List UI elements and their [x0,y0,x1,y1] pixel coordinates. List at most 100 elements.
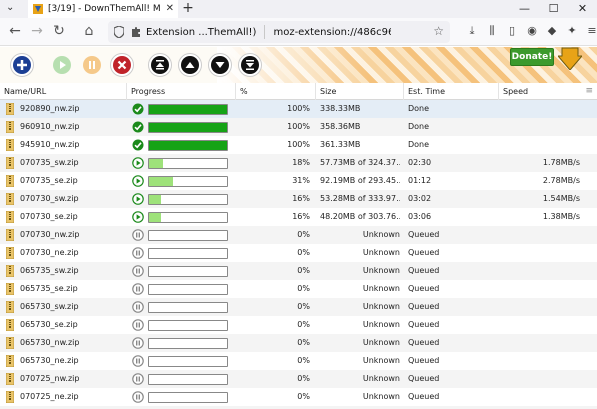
file-name: 070725_ne.zip [20,392,79,401]
donate-button[interactable]: Donate! [510,48,554,66]
table-row[interactable]: 070735_se.zip 31% 92.19MB of 293.45... 01:1… [0,172,597,190]
check-icon [132,139,144,151]
move-down-icon [211,56,229,74]
account-icon[interactable]: ◉ [522,24,542,38]
progress-bar [148,356,228,367]
progress-fill [149,177,174,186]
column-picker-icon[interactable]: ≡ [585,86,593,96]
percent-value: 0% [297,392,310,401]
table-row[interactable]: 070725_nw.zip 0% Unknown Queued [0,370,597,388]
menu-icon[interactable]: ≡ [582,24,597,38]
reload-icon[interactable]: ↻ [50,22,68,40]
close-tab-icon[interactable]: ✕ [166,3,174,14]
column-header-percent[interactable]: % [236,83,316,100]
url-text[interactable]: moz-extension://486c961c-16a [273,27,391,38]
size-value: Unknown [362,248,400,257]
file-name: 065730_sw.zip [20,302,79,311]
column-header-speed[interactable]: Speed [499,83,585,100]
table-row[interactable]: 065730_se.zip 0% Unknown Queued [0,316,597,334]
speed-value [500,280,580,298]
progress-bar [148,230,228,241]
percent-value: 0% [297,374,310,383]
downloads-icon[interactable]: ⤓ [462,24,482,38]
speed-value [500,298,580,316]
table-row[interactable]: 960910_nw.zip 100% 358.36MB Done [0,118,597,136]
pause-button[interactable] [80,53,104,77]
column-header-progress[interactable]: Progress [127,83,236,100]
tab-list-icon[interactable]: ⌄ [6,2,14,13]
column-header-est-time[interactable]: Est. Time [404,83,499,100]
cancel-button[interactable] [110,53,134,77]
home-icon[interactable]: ⌂ [80,22,98,40]
move-up-button[interactable] [178,53,202,77]
move-bottom-button[interactable] [238,53,262,77]
percent-value: 0% [297,356,310,365]
file-name: 065730_nw.zip [20,338,80,347]
percent-value: 0% [297,320,310,329]
browser-toolbar-icons: ⤓ ⫼ ▯ ◉ ◆ ✦ ≡ [462,24,597,38]
extensions-icon[interactable]: ✦ [562,24,582,38]
column-header-name[interactable]: Name/URL [0,83,127,100]
table-row[interactable]: 920890_nw.zip 100% 338.33MB Done [0,100,597,118]
table-row[interactable]: 065735_se.zip 0% Unknown Queued [0,280,597,298]
library-icon[interactable]: ⫼ [482,24,502,38]
percent-value: 0% [297,266,310,275]
file-name: 070730_se.zip [20,212,78,221]
table-row[interactable]: 070730_nw.zip 0% Unknown Queued [0,226,597,244]
table-row[interactable]: 945910_nw.zip 100% 361.33MB Done [0,136,597,154]
shield-icon[interactable] [114,26,124,38]
paused-icon [132,283,144,295]
table-row[interactable]: 070730_ne.zip 0% Unknown Queued [0,244,597,262]
table-row[interactable]: 070730_se.zip 16% 48.20MB of 303.76... 03:0… [0,208,597,226]
close-window-icon[interactable]: ✕ [568,0,597,18]
move-up-icon [181,56,199,74]
progress-bar [148,374,228,385]
progress-bar [148,176,228,187]
column-header-size[interactable]: Size [316,83,404,100]
new-tab-button[interactable]: + [180,0,196,18]
puzzle-icon [132,27,140,37]
tab-downthemall-manager[interactable]: [3/19] - DownThemAll! Manager ✕ [28,0,178,18]
zip-file-icon [6,103,14,115]
percent-value: 0% [297,284,310,293]
downthemall-toolbar-icon[interactable]: ◆ [542,24,562,38]
table-row[interactable]: 065730_sw.zip 0% Unknown Queued [0,298,597,316]
minimize-icon[interactable]: — [510,0,539,18]
bookmark-star-icon[interactable]: ☆ [433,24,444,38]
table-row[interactable]: 070730_sw.zip 16% 53.28MB of 333.97... 03:0… [0,190,597,208]
forward-icon[interactable]: → [28,22,46,40]
size-value: Unknown [362,374,400,383]
speed-value: 2.78MB/s [542,176,580,185]
resume-button[interactable] [50,53,74,77]
est-time-value: Queued [408,392,440,401]
table-row[interactable]: 065730_ne.zip 0% Unknown Queued [0,352,597,370]
check-icon [132,103,144,115]
play-icon [132,211,144,223]
resume-icon [53,56,71,74]
paused-icon [132,301,144,313]
maximize-icon[interactable]: ☐ [539,0,568,18]
url-bar[interactable]: Extension ...ThemAll!) moz-extension://4… [108,21,450,43]
zip-file-icon [6,391,14,403]
table-row[interactable]: 070735_sw.zip 18% 57.73MB of 324.37... 02:3… [0,154,597,172]
speed-value: 1.78MB/s [542,158,580,167]
progress-fill [149,213,162,222]
size-value: Unknown [362,338,400,347]
progress-fill [149,159,164,168]
back-icon[interactable]: ← [6,22,24,40]
percent-value: 16% [292,194,310,203]
file-name: 070730_sw.zip [20,194,79,203]
add-download-button[interactable] [10,53,34,77]
est-time-value: Done [408,140,430,149]
est-time-value: Queued [408,266,440,275]
move-top-button[interactable] [148,53,172,77]
est-time-value: Queued [408,284,440,293]
extension-identity[interactable]: Extension ...ThemAll!) [130,26,256,38]
table-row[interactable]: 070725_ne.zip 0% Unknown Queued [0,388,597,406]
move-down-button[interactable] [208,53,232,77]
table-row[interactable]: 065730_nw.zip 0% Unknown Queued [0,334,597,352]
speed-value [500,136,580,154]
sidebar-icon[interactable]: ▯ [502,24,522,38]
size-value: 57.73MB of 324.37... [320,158,400,167]
table-row[interactable]: 065735_sw.zip 0% Unknown Queued [0,262,597,280]
